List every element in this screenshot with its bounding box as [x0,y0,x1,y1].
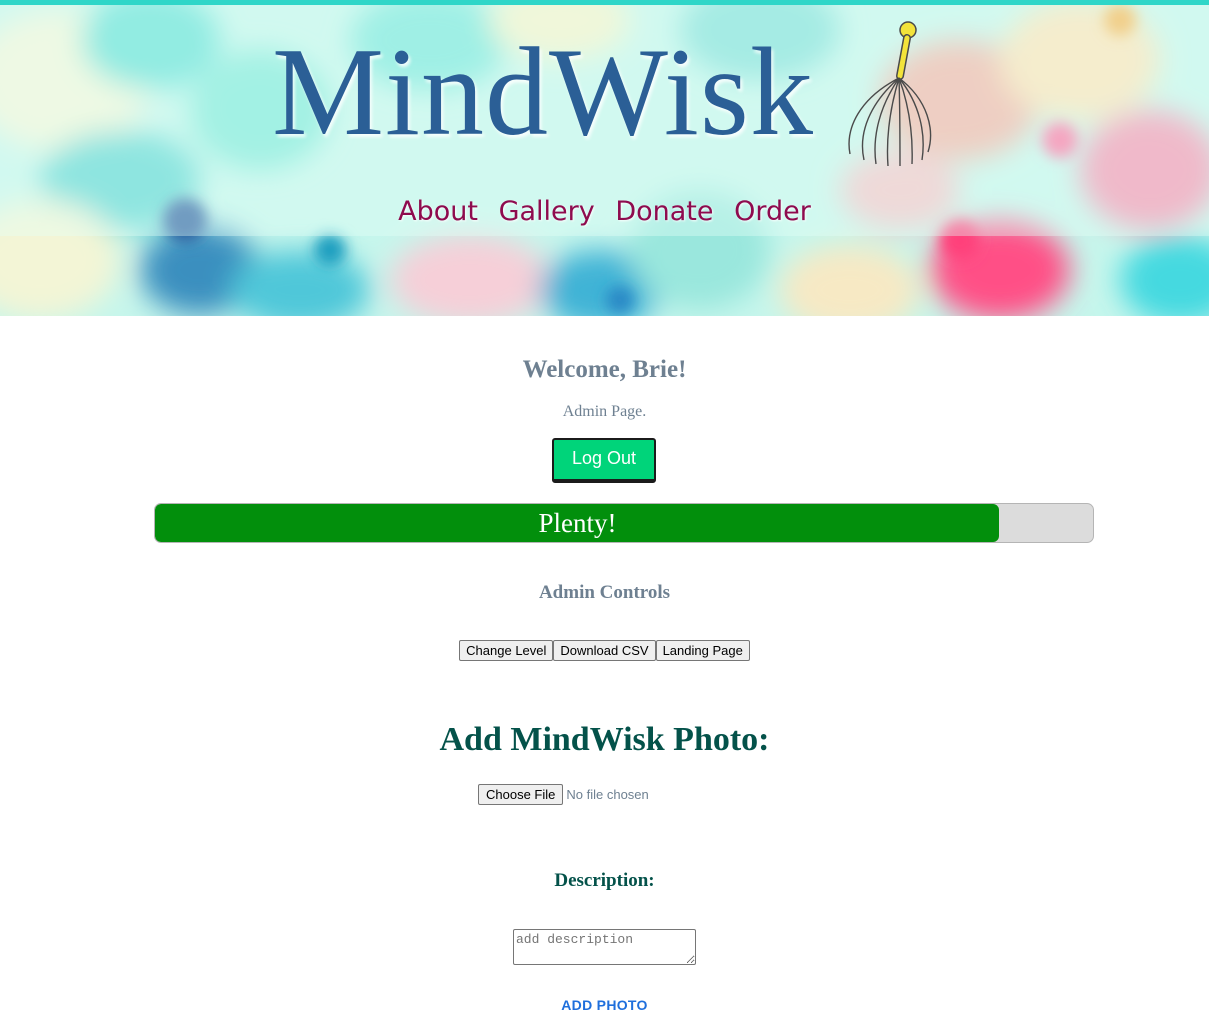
add-photo-heading: Add MindWisk Photo: [439,721,770,758]
change-level-button[interactable]: Change Level [459,640,554,661]
nav-order[interactable]: Order [734,196,811,227]
admin-controls-heading: Admin Controls [538,582,671,603]
nav-donate[interactable]: Donate [615,196,713,227]
file-input: Choose File No file chosen [478,784,649,805]
logout-button[interactable]: Log Out [552,438,656,483]
admin-controls: Change Level Download CSV Landing Page [0,640,1209,661]
whisk-icon [848,21,932,167]
page-subtitle: Admin Page. [562,403,647,420]
description-input[interactable] [513,929,696,965]
nav-gallery[interactable]: Gallery [499,196,595,227]
nav-about[interactable]: About [398,196,478,227]
landing-page-button[interactable]: Landing Page [655,640,750,661]
site-logo[interactable]: MindWisk [272,28,814,158]
download-csv-button[interactable]: Download CSV [553,640,656,661]
file-status-text: No file chosen [566,787,649,802]
site-header: MindWisk About Gallery Donate Order [0,0,1209,316]
add-photo-button[interactable]: ADD PHOTO [0,996,1209,1014]
choose-file-button[interactable]: Choose File [478,784,564,805]
stock-level-bar: Plenty! [154,503,1094,543]
welcome-heading: Welcome, Brie! [522,356,687,383]
main-nav: About Gallery Donate Order [0,194,1209,230]
top-accent-strip [0,0,1209,5]
description-heading: Description: [554,870,655,891]
stock-level-label: Plenty! [538,508,617,538]
